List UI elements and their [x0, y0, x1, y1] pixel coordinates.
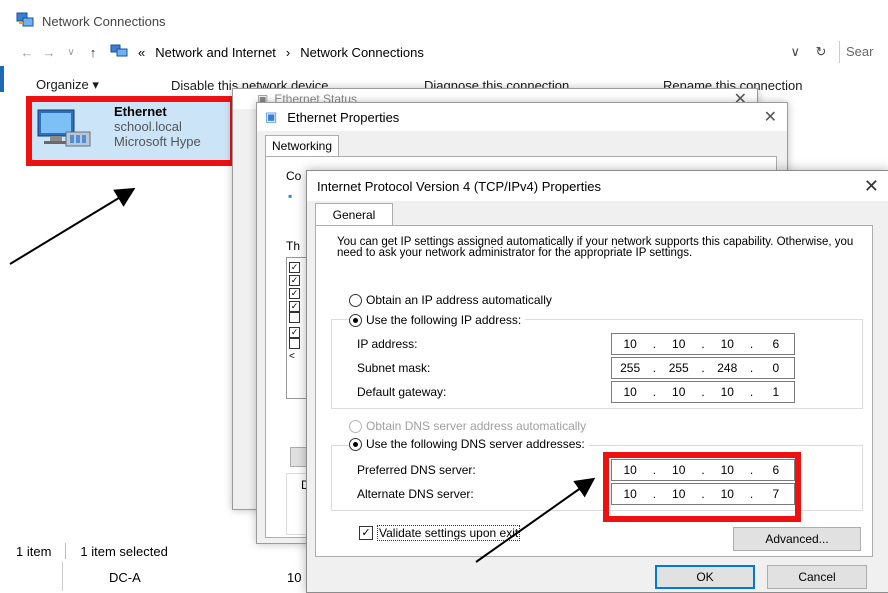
- arrow-to-ethernet-icon: [9, 187, 136, 265]
- annotation-arrows: [9, 187, 596, 563]
- arrow-to-dns-icon: [475, 477, 596, 563]
